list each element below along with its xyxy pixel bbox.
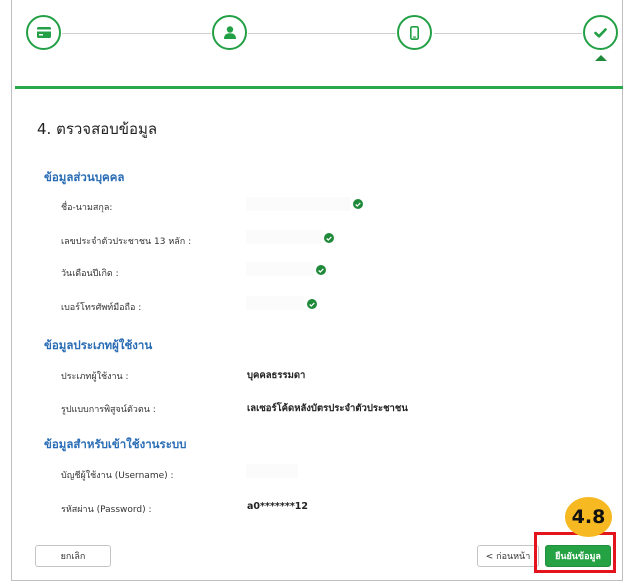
fullname-verified-check-icon [353,199,363,209]
password-value: a0*******12 [247,501,309,512]
personal-info-heading: ข้อมูลส่วนบุคคล [44,170,125,184]
verification-method-label: รูปแบบการพิสูจน์ตัวตน : [61,405,156,415]
user-type-value: บุคคลธรรมดา [247,370,306,381]
page-title: 4. ตรวจสอบข้อมูล [37,120,158,138]
credit-card-icon [36,27,51,38]
confirm-highlight-box [534,532,616,573]
id-number-verified-check-icon [324,233,334,243]
username-label: บัญชีผู้ใช้งาน (Username) : [61,471,174,481]
check-icon [594,27,607,38]
step-connector [434,33,582,34]
user-type-label: ประเภทผู้ใช้งาน : [61,372,129,382]
current-step-pointer [595,55,607,61]
step-phone [397,15,432,50]
username-value [246,464,298,478]
mobile-label: เบอร์โทรศัพท์มือถือ : [61,303,142,313]
user-icon [223,26,236,39]
step-number-badge: 4.8 [565,497,612,537]
verification-method-value: เลเซอร์โค้ดหลังบัตรประจำตัวประชาชน [247,403,408,414]
fullname-value [246,197,350,211]
step-card [26,15,61,50]
id-number-value [246,230,322,244]
id-number-label: เลขประจำตัวประชาชน 13 หลัก : [61,237,192,247]
birthdate-label: วันเดือนปีเกิด : [61,269,119,279]
mobile-phone-icon [410,25,419,40]
cancel-button[interactable]: ยกเลิก [35,545,111,567]
previous-button[interactable]: < ก่อนหน้า [477,545,539,567]
fullname-label: ชื่อ-นามสกุล: [61,203,113,213]
user-type-heading: ข้อมูลประเภทผู้ใช้งาน [44,338,153,352]
step-connector [248,33,396,34]
mobile-verified-check-icon [307,299,317,309]
step-connector [62,33,211,34]
step-confirm [583,15,618,50]
section-divider [15,86,623,89]
birthdate-verified-check-icon [316,265,326,275]
step-user [212,15,247,50]
progress-stepper [0,0,625,80]
login-info-heading: ข้อมูลสำหรับเข้าใช้งานระบบ [44,437,187,451]
password-label: รหัสผ่าน (Password) : [61,505,152,515]
mobile-value [246,296,304,310]
birthdate-value [246,262,314,276]
